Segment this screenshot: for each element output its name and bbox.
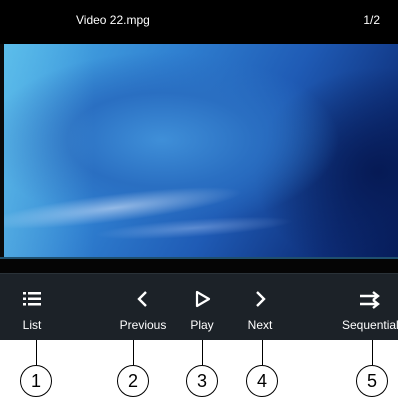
sequential-button[interactable]: Sequential (330, 288, 398, 336)
callout-1: 1 (20, 365, 52, 397)
list-button[interactable]: List (0, 288, 72, 336)
video-display[interactable] (4, 44, 398, 257)
play-icon (195, 290, 211, 308)
callout-5: 5 (356, 365, 388, 397)
leader-line-4 (262, 340, 263, 365)
next-label: Next (247, 318, 273, 332)
video-filename: Video 22.mpg (76, 13, 150, 27)
letterbox-band (0, 259, 398, 273)
next-button[interactable]: Next (220, 288, 300, 336)
leader-line-5 (372, 340, 373, 365)
title-bar: Video 22.mpg 1/2 (0, 0, 398, 44)
leader-line-1 (36, 340, 37, 365)
sequential-label: Sequential (342, 318, 398, 332)
callout-legend: 1 2 3 4 5 (0, 340, 398, 401)
page-indicator: 1/2 (363, 13, 380, 27)
list-icon (23, 292, 41, 306)
chevron-left-icon (137, 291, 147, 307)
control-bar: List Previous Play Next Sequential (0, 273, 398, 340)
callout-4: 4 (246, 365, 278, 397)
chevron-right-icon (256, 291, 266, 307)
leader-line-2 (133, 340, 134, 365)
leader-line-3 (202, 340, 203, 365)
list-label: List (22, 318, 42, 332)
callout-3: 3 (186, 365, 218, 397)
video-player-screen: Video 22.mpg 1/2 List Previous Play Next… (0, 0, 398, 340)
callout-2: 2 (117, 365, 149, 397)
sequential-arrows-icon (360, 291, 380, 309)
